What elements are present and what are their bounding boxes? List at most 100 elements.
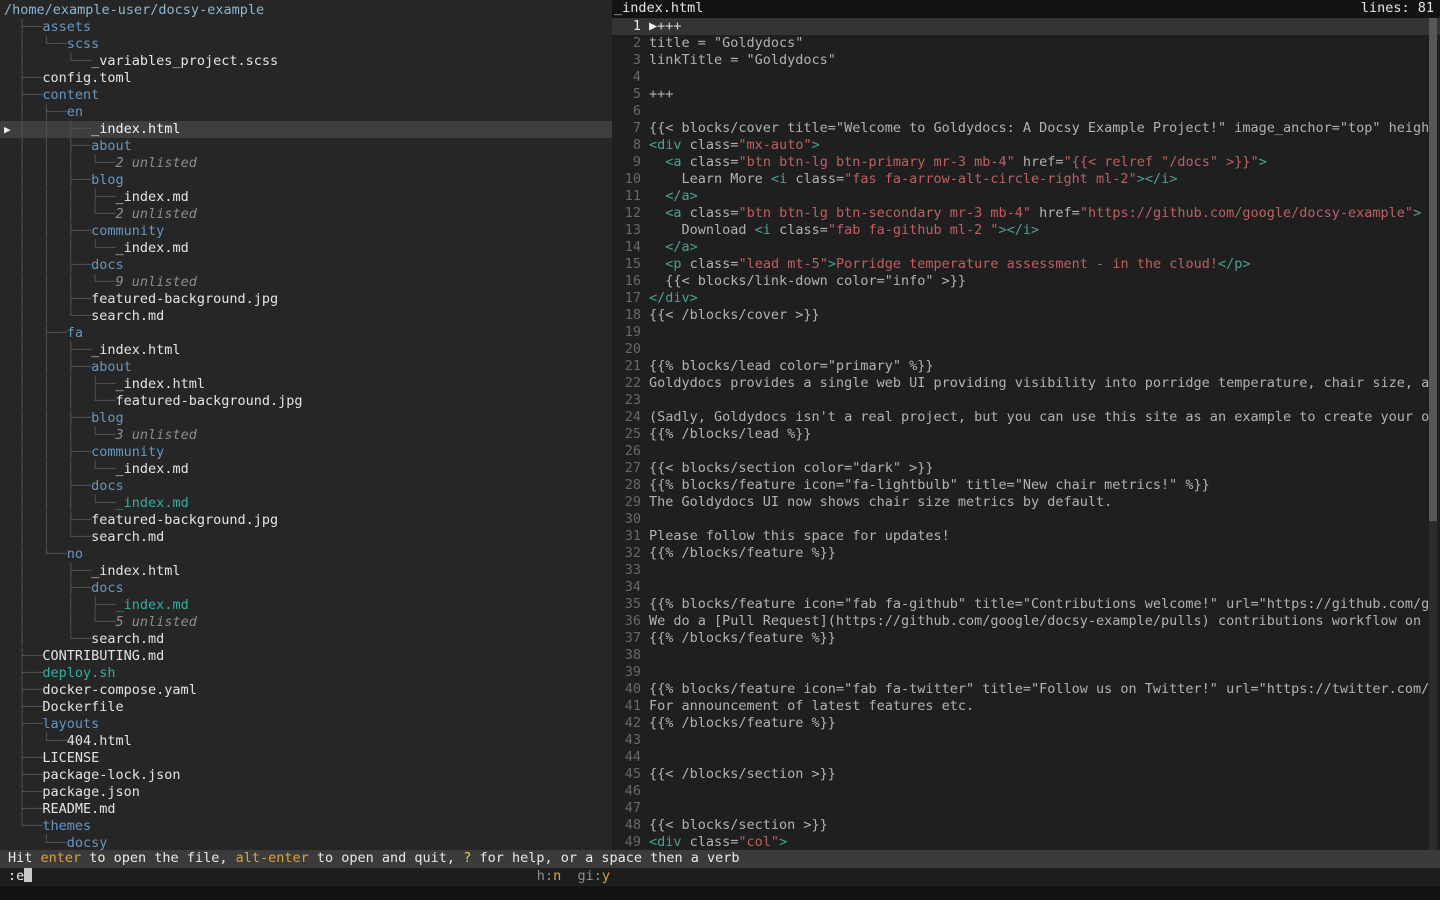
tree-item-label: 2 unlisted	[116, 206, 197, 222]
tree-item-docker-compose-yaml[interactable]: ├──docker-compose.yaml	[0, 682, 612, 699]
tree-item-about[interactable]: │ │ ├──about	[0, 359, 612, 376]
tree-item-9-unlisted[interactable]: │ │ │ └──9 unlisted	[0, 274, 612, 291]
tree-item--index-md[interactable]: │ │ ├──_index.md	[0, 597, 612, 614]
tree-item-community[interactable]: │ │ ├──community	[0, 223, 612, 240]
tree-branch-lines: │ │ ├──	[18, 512, 91, 528]
tree-item-scss[interactable]: │ └──scss	[0, 36, 612, 53]
tree-item-label: _index.md	[116, 189, 189, 205]
preview-line: 40{{% blocks/feature icon="fab fa-twitte…	[612, 681, 1440, 698]
tree-item-label: _index.html	[91, 121, 180, 137]
line-number: 12	[612, 205, 649, 222]
tree-item-5-unlisted[interactable]: │ │ └──5 unlisted	[0, 614, 612, 631]
tree-item-label: about	[91, 138, 132, 154]
tree-item--index-html[interactable]: │ ├──_index.html	[0, 563, 612, 580]
tree-item-fa[interactable]: │ ├──fa	[0, 325, 612, 342]
preview-line: 29The Goldydocs UI now shows chair size …	[612, 494, 1440, 511]
code-text	[649, 664, 1440, 681]
code-text	[649, 341, 1440, 358]
tree-item-label: docs	[91, 478, 124, 494]
tree-item-2-unlisted[interactable]: │ │ │ └──2 unlisted	[0, 155, 612, 172]
tree-item-docs[interactable]: │ │ ├──docs	[0, 257, 612, 274]
line-number: 23	[612, 392, 649, 409]
tree-item-featured-background-jpg[interactable]: │ │ ├──featured-background.jpg	[0, 512, 612, 529]
tree-item--index-md[interactable]: │ │ │ └──_index.md	[0, 495, 612, 512]
tree-branch-lines: │ │ ├──	[18, 597, 116, 613]
tree-branch-lines: │ │ │ └──	[18, 461, 116, 477]
tree-item-search-md[interactable]: │ │ └──search.md	[0, 308, 612, 325]
code-text: title = "Goldydocs"	[649, 35, 1440, 52]
line-number: 36	[612, 613, 649, 630]
tree-item--index-md[interactable]: │ │ │ └──_index.md	[0, 240, 612, 257]
line-number: 34	[612, 579, 649, 596]
code-text: <a class="btn btn-lg btn-secondary mr-3 …	[649, 205, 1440, 222]
tree-branch-lines: ├──	[18, 87, 42, 103]
tree-item-label: content	[42, 87, 99, 103]
tree-item-layouts[interactable]: ├──layouts	[0, 716, 612, 733]
tree-item-label: assets	[42, 19, 91, 35]
tree-item-package-lock-json[interactable]: ├──package-lock.json	[0, 767, 612, 784]
code-text: We do a [Pull Request](https://github.co…	[649, 613, 1440, 630]
tree-item-404-html[interactable]: │ └──404.html	[0, 733, 612, 750]
tree-item-search-md[interactable]: │ └──search.md	[0, 631, 612, 648]
line-number: 21	[612, 358, 649, 375]
tree-item--index-md[interactable]: │ │ │ └──_index.md	[0, 461, 612, 478]
tree-item-docs[interactable]: │ │ ├──docs	[0, 478, 612, 495]
tree-item-featured-background-jpg[interactable]: │ │ ├──featured-background.jpg	[0, 291, 612, 308]
line-number: 45	[612, 766, 649, 783]
line-number: 13	[612, 222, 649, 239]
tree-branch-lines: │ │ │ └──	[18, 274, 116, 290]
tree-item--index-html[interactable]: │ │ │ ├──_index.html	[0, 376, 612, 393]
code-text: The Goldydocs UI now shows chair size me…	[649, 494, 1440, 511]
tree-item-content[interactable]: ├──content	[0, 87, 612, 104]
tree-item-blog[interactable]: │ │ ├──blog	[0, 172, 612, 189]
line-number: 2	[612, 35, 649, 52]
tree-item-themes[interactable]: └──themes	[0, 818, 612, 835]
tree-branch-lines: │ │ │ ├──	[18, 376, 116, 392]
tree-item-config-toml[interactable]: ├──config.toml	[0, 70, 612, 87]
tree-item-docsy[interactable]: └──docsy	[0, 835, 612, 850]
tree-item-label: blog	[91, 410, 124, 426]
tree-item-community[interactable]: │ │ ├──community	[0, 444, 612, 461]
tree-item-3-unlisted[interactable]: │ │ │ └──3 unlisted	[0, 427, 612, 444]
tree-item--index-html[interactable]: ▶│ │ ├──_index.html	[0, 121, 612, 138]
tree-item-dockerfile[interactable]: ├──Dockerfile	[0, 699, 612, 716]
command-input-bar: :e h:n gi:y	[0, 868, 1440, 886]
tree-branch-lines: │ │ ├──	[18, 223, 91, 239]
tree-item-deploy-sh[interactable]: ├──deploy.sh	[0, 665, 612, 682]
tree-item-search-md[interactable]: │ │ └──search.md	[0, 529, 612, 546]
line-number: 8	[612, 137, 649, 154]
code-text: <div class="mx-auto">	[649, 137, 1440, 154]
tree-item-about[interactable]: │ │ ├──about	[0, 138, 612, 155]
tree-branch-lines: │ │ ├──	[18, 291, 91, 307]
line-number: 35	[612, 596, 649, 613]
mode-flags: h:n gi:y	[0, 868, 610, 885]
scrollbar-thumb[interactable]	[1429, 18, 1437, 521]
code-text: {{< /blocks/cover >}}	[649, 307, 1440, 324]
tree-item-label: docs	[91, 257, 124, 273]
line-number: 44	[612, 749, 649, 766]
tree-item-2-unlisted[interactable]: │ │ │ └──2 unlisted	[0, 206, 612, 223]
tree-item-label: _index.md	[116, 461, 189, 477]
tree-item-label: _index.html	[116, 376, 205, 392]
tree-item-assets[interactable]: ├──assets	[0, 19, 612, 36]
tree-item-featured-background-jpg[interactable]: │ │ │ └──featured-background.jpg	[0, 393, 612, 410]
tree-item-docs[interactable]: │ ├──docs	[0, 580, 612, 597]
tree-item-no[interactable]: │ └──no	[0, 546, 612, 563]
tree-item-label: deploy.sh	[42, 665, 115, 681]
tree-branch-lines: │ │ │ └──	[18, 393, 116, 409]
tree-branch-lines: │ │ ├──	[18, 410, 91, 426]
tree-item-label: package.json	[42, 784, 140, 800]
tree-item--variables-project-scss[interactable]: │ └──_variables_project.scss	[0, 53, 612, 70]
tree-item-contributing-md[interactable]: ├──CONTRIBUTING.md	[0, 648, 612, 665]
tree-item--index-md[interactable]: │ │ │ ├──_index.md	[0, 189, 612, 206]
tree-item-package-json[interactable]: ├──package.json	[0, 784, 612, 801]
tree-item-en[interactable]: │ ├──en	[0, 104, 612, 121]
tree-branch-lines: │ ├──	[18, 563, 91, 579]
tree-item--index-html[interactable]: │ │ ├──_index.html	[0, 342, 612, 359]
tree-item-license[interactable]: ├──LICENSE	[0, 750, 612, 767]
preview-scrollbar[interactable]	[1429, 18, 1437, 850]
tree-item-readme-md[interactable]: ├──README.md	[0, 801, 612, 818]
preview-line: 8<div class="mx-auto">	[612, 137, 1440, 154]
code-text: {{< blocks/section >}}	[649, 817, 1440, 834]
tree-item-blog[interactable]: │ │ ├──blog	[0, 410, 612, 427]
